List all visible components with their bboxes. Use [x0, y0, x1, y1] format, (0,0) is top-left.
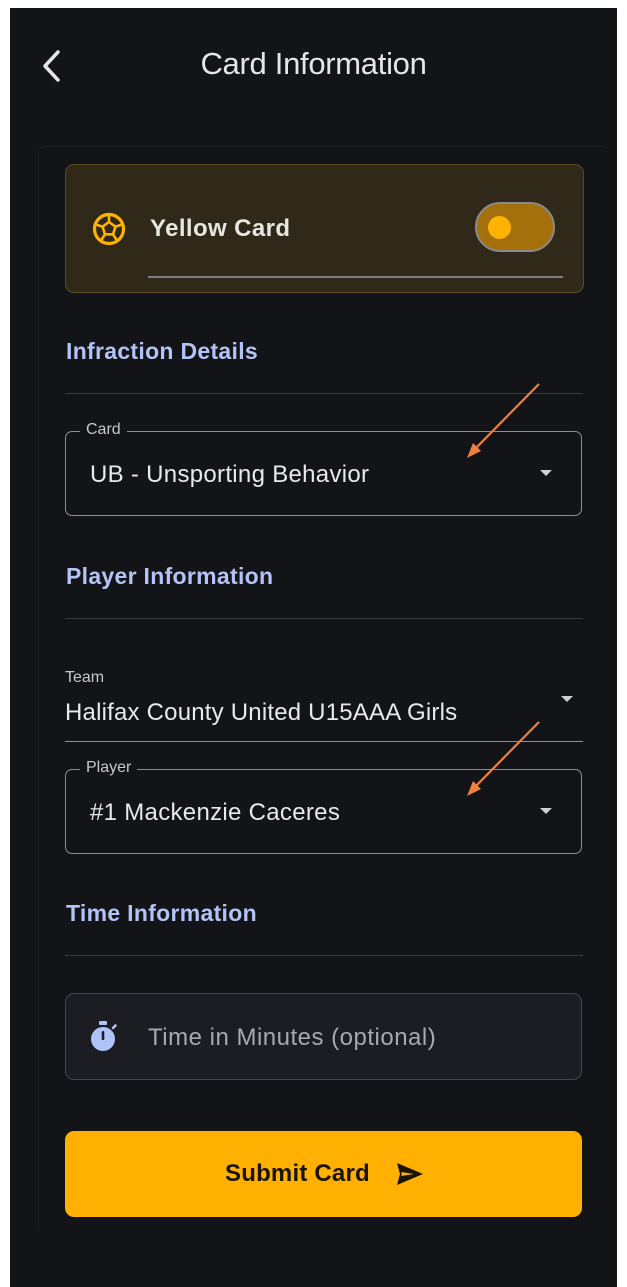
team-select-value: Halifax County United U15AAA Girls — [65, 699, 458, 726]
section-divider — [65, 955, 583, 956]
submit-card-button[interactable]: Submit Card — [65, 1131, 582, 1217]
app-bar: Card Information — [10, 8, 617, 123]
card-type-toggle-row: Yellow Card — [65, 164, 584, 293]
annotation-arrow — [467, 721, 540, 796]
card-type-underline — [148, 276, 563, 278]
card-select-label: Card — [80, 421, 127, 439]
section-heading-infraction: Infraction Details — [66, 338, 258, 364]
page-title: Card Information — [200, 46, 427, 81]
annotation-arrow — [467, 383, 540, 458]
dropdown-caret-icon — [561, 696, 573, 702]
player-select-label: Player — [80, 759, 138, 777]
card-type-label: Yellow Card — [150, 215, 291, 242]
player-select-value: #1 Mackenzie Caceres — [90, 799, 341, 826]
section-divider — [65, 618, 583, 619]
submit-card-label: Submit Card — [225, 1160, 370, 1187]
yellow-card-toggle[interactable] — [475, 202, 555, 252]
send-icon — [397, 1163, 423, 1185]
team-select-label: Team — [65, 669, 105, 686]
soccer-ball-icon — [92, 212, 126, 246]
time-minutes-input[interactable]: Time in Minutes (optional) — [65, 993, 582, 1080]
dropdown-caret-icon — [540, 808, 552, 814]
screen: Card Information Yellow Card Infraction … — [10, 8, 617, 1287]
time-input-placeholder: Time in Minutes (optional) — [148, 1024, 437, 1051]
section-heading-time: Time Information — [66, 900, 257, 926]
toggle-knob — [488, 216, 511, 239]
card-select-value: UB - Unsporting Behavior — [90, 461, 370, 488]
dropdown-caret-icon — [540, 470, 552, 476]
section-heading-player: Player Information — [66, 563, 274, 589]
stopwatch-icon — [91, 1021, 117, 1051]
